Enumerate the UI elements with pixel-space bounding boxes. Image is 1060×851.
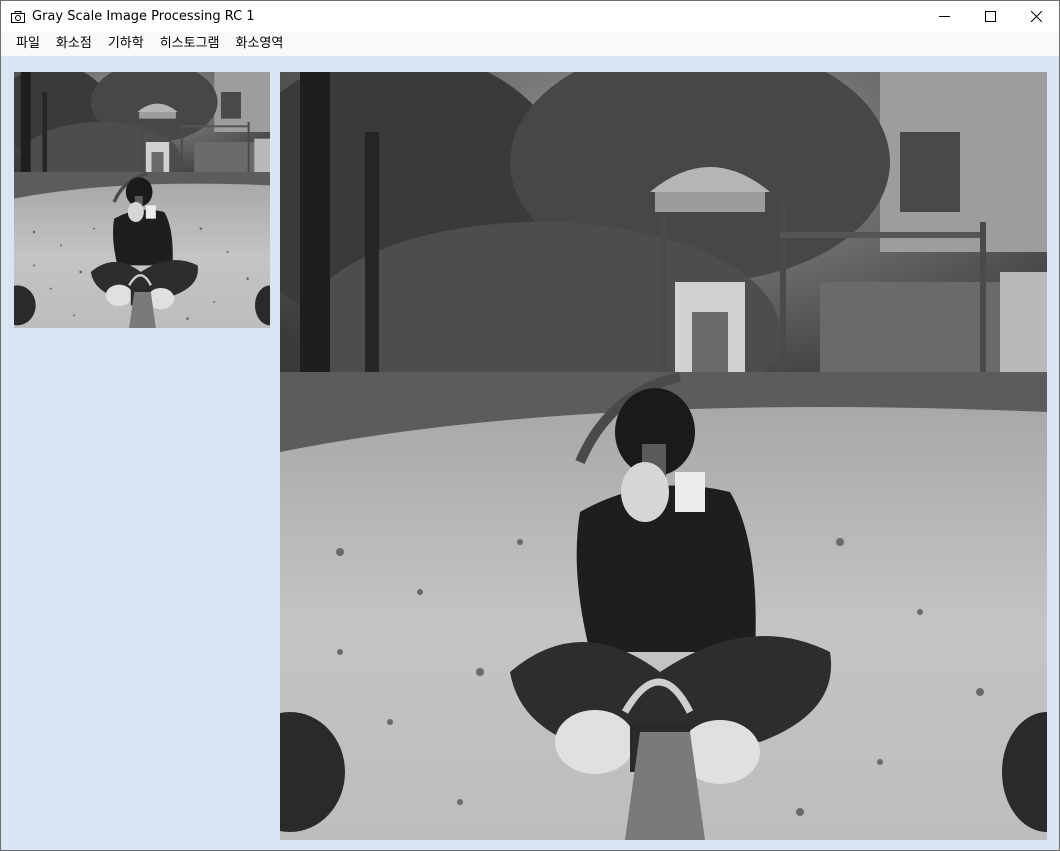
minimize-icon [938, 16, 950, 17]
menu-pixel-area[interactable]: 화소영역 [228, 33, 292, 55]
title-bar[interactable]: Gray Scale Image Processing RC 1 [1, 1, 1059, 32]
maximize-icon [984, 11, 996, 22]
client-area [1, 56, 1059, 850]
menu-file[interactable]: 파일 [8, 33, 48, 55]
app-window: Gray Scale Image Processing RC 1 파일 화소점 … [0, 0, 1060, 851]
menu-geometry[interactable]: 기하학 [100, 33, 152, 55]
window-title: Gray Scale Image Processing RC 1 [32, 9, 255, 24]
menu-histogram[interactable]: 히스토그램 [152, 33, 228, 55]
processed-image [280, 72, 1047, 840]
maximize-button[interactable] [967, 1, 1013, 32]
close-button[interactable] [1013, 1, 1059, 32]
window-controls [921, 1, 1059, 32]
minimize-button[interactable] [921, 1, 967, 32]
menu-pixel-point[interactable]: 화소점 [48, 33, 100, 55]
close-icon [1030, 11, 1042, 22]
camera-icon[interactable] [10, 9, 26, 25]
menu-bar: 파일 화소점 기하학 히스토그램 화소영역 [1, 32, 1059, 56]
original-image [14, 72, 270, 328]
